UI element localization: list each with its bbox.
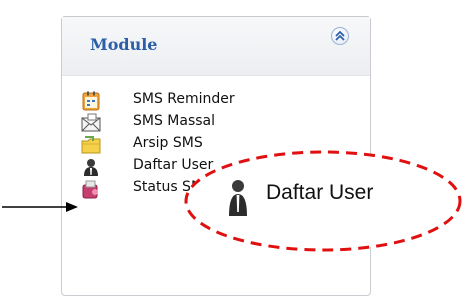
- panel-title: Module: [90, 35, 158, 54]
- envelope-icon: [81, 113, 101, 132]
- calendar-icon: [82, 91, 100, 111]
- menu-item-label: SMS Reminder: [133, 91, 235, 107]
- pointer-arrow: [2, 202, 78, 212]
- zoom-callout: Daftar User: [182, 148, 464, 254]
- user-icon: [229, 180, 247, 216]
- callout-label: Daftar User: [266, 181, 374, 204]
- menu-item-sms-reminder[interactable]: SMS Reminder: [81, 90, 331, 112]
- user-icon: [84, 159, 98, 176]
- double-chevron-up-icon: [335, 30, 345, 41]
- menu-item-sms-massal[interactable]: SMS Massal: [81, 112, 331, 134]
- collapse-button[interactable]: [331, 27, 349, 45]
- status-icon: [82, 180, 98, 199]
- menu-item-label: SMS Massal: [133, 113, 216, 129]
- panel-header: Module: [62, 17, 370, 76]
- folder-icon: [81, 136, 101, 154]
